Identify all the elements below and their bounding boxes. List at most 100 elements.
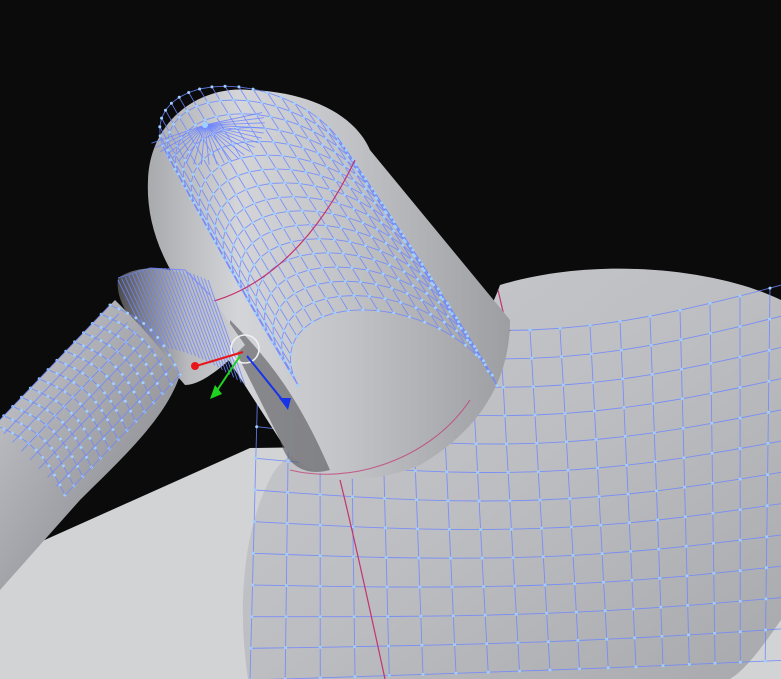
shade-vertex bbox=[655, 489, 658, 493]
shade-vertex bbox=[650, 372, 654, 376]
arm-vertex bbox=[138, 354, 142, 358]
head-vertex bbox=[348, 185, 352, 189]
arm-vertex bbox=[81, 371, 85, 375]
head-vertex bbox=[427, 273, 431, 277]
shade-vertex bbox=[597, 495, 601, 499]
shade-vertex bbox=[738, 599, 742, 603]
head-vertex bbox=[292, 132, 296, 136]
head-vertex bbox=[232, 272, 236, 276]
head-vertex bbox=[357, 199, 361, 203]
head-vertex bbox=[229, 268, 233, 272]
head-vertex bbox=[383, 297, 387, 301]
head-vertex bbox=[228, 160, 232, 164]
head-vertex bbox=[315, 282, 319, 286]
head-vertex bbox=[298, 254, 302, 258]
head-vertex bbox=[280, 154, 284, 158]
shade-vertex bbox=[548, 668, 552, 672]
shade-vertex bbox=[561, 383, 565, 387]
arm-vertex bbox=[117, 320, 121, 324]
head-vertex bbox=[185, 109, 189, 113]
head-vertex bbox=[402, 238, 406, 242]
3d-viewport[interactable] bbox=[0, 0, 781, 679]
shade-vertex bbox=[766, 410, 770, 414]
shade-vertex bbox=[602, 580, 606, 584]
head-vertex bbox=[370, 235, 374, 239]
shade-vertex bbox=[445, 470, 449, 474]
shade-vertex bbox=[574, 610, 578, 614]
arm-vertex bbox=[126, 311, 129, 315]
head-vertex bbox=[457, 324, 461, 328]
head-vertex bbox=[205, 225, 209, 229]
head-vertex bbox=[374, 282, 378, 286]
shade-vertex bbox=[318, 584, 322, 588]
arm-vertex bbox=[140, 337, 144, 341]
head-vertex bbox=[242, 207, 246, 211]
shade-vertex bbox=[687, 633, 690, 637]
shade-vertex bbox=[286, 490, 290, 494]
gizmo-x-handle[interactable] bbox=[191, 362, 199, 370]
shade-vertex bbox=[657, 547, 661, 551]
head-vertex bbox=[486, 369, 490, 373]
head-vertex bbox=[283, 181, 287, 185]
shade-vertex bbox=[768, 317, 772, 321]
arm-vertex bbox=[135, 372, 139, 376]
head-vertex bbox=[269, 230, 273, 233]
head-vertex bbox=[317, 116, 321, 120]
head-vertex bbox=[246, 291, 250, 295]
head-vertex bbox=[273, 314, 277, 318]
shade-vertex bbox=[738, 508, 742, 512]
arm-vertex bbox=[144, 362, 148, 366]
shade-vertex bbox=[605, 637, 609, 641]
head-vertex bbox=[329, 280, 333, 284]
shade-vertex bbox=[540, 526, 544, 530]
head-vertex bbox=[326, 251, 330, 255]
mesh-pole-vertex bbox=[202, 122, 208, 128]
head-vertex bbox=[366, 213, 370, 217]
shade-vertex bbox=[541, 555, 545, 559]
head-vertex bbox=[209, 171, 213, 175]
shade-vertex bbox=[387, 644, 390, 648]
shade-vertex bbox=[631, 607, 635, 611]
head-vertex bbox=[262, 326, 266, 330]
shade-vertex bbox=[738, 447, 742, 450]
arm-vertex bbox=[67, 428, 71, 432]
head-vertex bbox=[416, 277, 420, 281]
shade-vertex bbox=[528, 328, 532, 332]
head-vertex bbox=[315, 209, 319, 213]
viewport-canvas[interactable] bbox=[0, 0, 781, 679]
head-vertex bbox=[237, 283, 241, 287]
shade-vertex bbox=[588, 323, 592, 327]
head-vertex bbox=[205, 210, 209, 214]
head-vertex bbox=[239, 156, 243, 160]
head-vertex bbox=[384, 241, 388, 245]
head-vertex bbox=[280, 338, 284, 342]
head-vertex bbox=[286, 258, 290, 262]
shade-vertex bbox=[687, 662, 691, 666]
arm-vertex bbox=[2, 427, 6, 431]
head-vertex bbox=[393, 224, 397, 228]
head-vertex bbox=[407, 263, 411, 267]
head-vertex bbox=[419, 272, 423, 276]
head-vertex bbox=[250, 241, 254, 245]
head-vertex bbox=[330, 157, 333, 161]
arm-vertex bbox=[150, 372, 154, 376]
shade-vertex bbox=[606, 666, 610, 670]
shade-vertex bbox=[766, 442, 770, 445]
arm-vertex bbox=[64, 376, 68, 380]
arm-vertex bbox=[153, 353, 157, 357]
head-vertex bbox=[414, 306, 418, 310]
head-vertex bbox=[195, 164, 199, 168]
head-vertex bbox=[286, 209, 290, 213]
head-vertex bbox=[189, 196, 193, 200]
head-vertex bbox=[260, 168, 264, 172]
arm-vertex bbox=[47, 464, 51, 468]
head-vertex bbox=[364, 187, 368, 191]
head-vertex bbox=[229, 252, 233, 256]
head-vertex bbox=[382, 215, 386, 219]
shade-vertex bbox=[351, 495, 354, 499]
head-vertex bbox=[292, 195, 295, 199]
shade-vertex bbox=[514, 612, 518, 616]
head-vertex bbox=[244, 249, 248, 253]
arm-vertex bbox=[94, 400, 98, 404]
head-vertex bbox=[197, 196, 201, 199]
